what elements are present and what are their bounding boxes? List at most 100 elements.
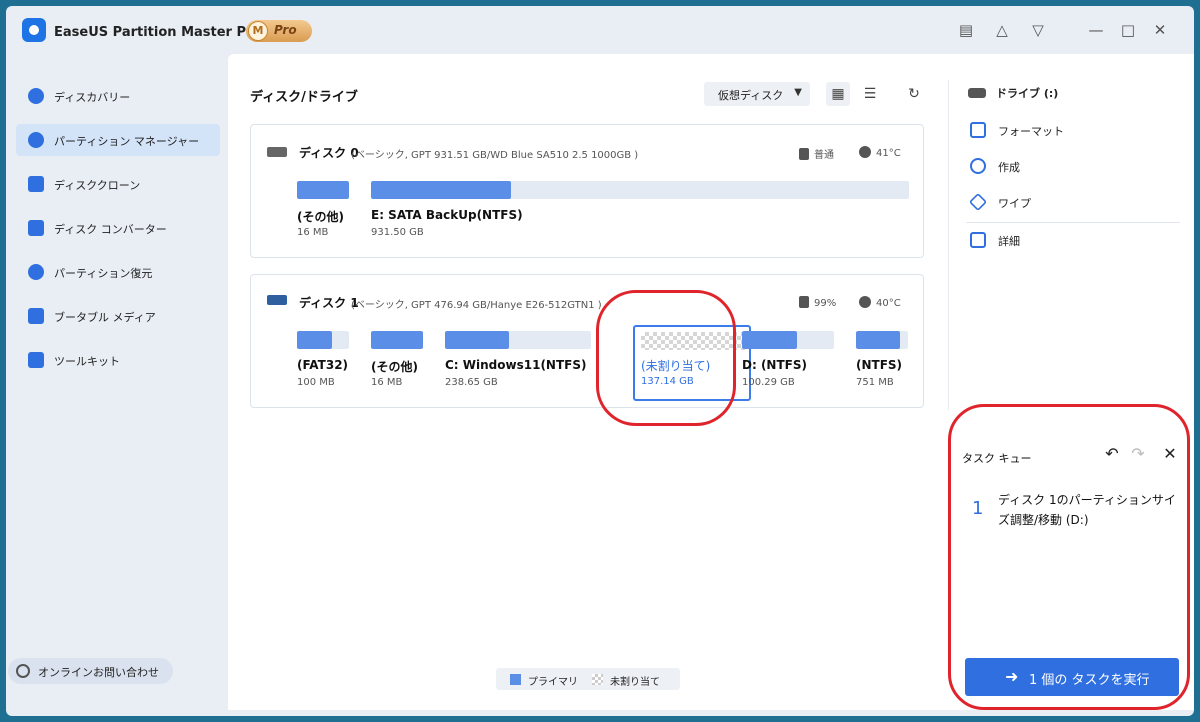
disk-temperature-value: 40°C (876, 298, 901, 309)
maximize-icon[interactable]: □ (1118, 20, 1138, 40)
health-icon (799, 296, 809, 308)
pro-badge-m: M (248, 21, 268, 41)
partition-label: (NTFS) (856, 358, 903, 372)
partition-block[interactable]: (その他) 16 MB (297, 181, 349, 253)
partition-legend: プライマリ 未割り当て (496, 668, 680, 690)
usb-icon (28, 308, 44, 324)
highlight-ring-unallocated (596, 290, 736, 426)
partition-bar (297, 181, 349, 199)
legend-unallocated: 未割り当て (610, 677, 660, 688)
disk-health: 普通 (799, 146, 834, 161)
partition-size: 16 MB (297, 227, 329, 238)
partition-bar (371, 331, 423, 349)
partition-bar (856, 331, 908, 349)
sidebar-item-toolkit[interactable]: ツールキット (16, 344, 220, 376)
info-icon (859, 296, 871, 308)
hdd-icon (267, 147, 287, 157)
unallocated-swatch (592, 674, 603, 685)
sidebar-item-label: ディスカバリー (54, 91, 131, 104)
list-view-icon[interactable]: ☰ (858, 82, 882, 106)
wipe-icon (968, 192, 988, 212)
partition-label: D: (NTFS) (742, 358, 807, 372)
app-logo-icon (22, 18, 46, 42)
compass-icon (28, 88, 44, 104)
virtual-disk-dropdown[interactable]: 仮想ディスク ▼ (704, 82, 810, 106)
disk-temperature-value: 41°C (876, 148, 901, 159)
contact-label: オンラインお問い合わせ (38, 666, 159, 679)
primary-swatch (510, 674, 521, 685)
restore-icon (28, 264, 44, 280)
panel-divider (948, 80, 949, 410)
disk-card-0[interactable]: ディスク 0 (ベーシック, GPT 931.51 GB/WD Blue SA5… (250, 124, 924, 258)
op-label: フォーマット (998, 125, 1064, 138)
sidebar: ディスカバリー パーティション マネージャー ディスククローン ディスク コンバ… (6, 54, 228, 716)
pro-badge-label: Pro (274, 23, 297, 37)
op-label: 作成 (998, 161, 1020, 174)
disk-health: 99% (799, 296, 836, 309)
health-icon (799, 148, 809, 160)
highlight-ring-task-queue (948, 404, 1190, 710)
disk-name: ディスク 0 (299, 146, 359, 160)
disk-name: ディスク 1 (299, 296, 359, 310)
menu-box-icon[interactable]: ▽ (1028, 20, 1048, 40)
partition-size: 100 MB (297, 377, 335, 388)
partition-block[interactable]: (その他) 16 MB (371, 331, 423, 403)
sidebar-item-partition-manager[interactable]: パーティション マネージャー (16, 124, 220, 156)
virtual-disk-label: 仮想ディスク (718, 89, 784, 102)
partition-bar-fill (297, 331, 333, 349)
partition-bar (445, 331, 591, 349)
partition-block[interactable]: (FAT32) 100 MB (297, 331, 349, 403)
disk-health-value: 普通 (814, 150, 834, 161)
sidebar-item-partition-recovery[interactable]: パーティション復元 (16, 256, 220, 288)
partition-size: 238.65 GB (445, 377, 498, 388)
disk-temperature: 40°C (859, 296, 901, 309)
sidebar-item-disk-clone[interactable]: ディスククローン (16, 168, 220, 200)
drive-icon (968, 88, 986, 98)
partition-bar-fill (445, 331, 510, 349)
app-title: EaseUS Partition Master Pro版 (54, 25, 275, 40)
disk-card-1[interactable]: ディスク 1 (ベーシック, GPT 476.94 GB/Hanye E26-5… (250, 274, 924, 408)
sidebar-item-discovery[interactable]: ディスカバリー (16, 80, 220, 112)
refresh-icon[interactable]: ↻ (902, 82, 926, 106)
disk-info: (ベーシック, GPT 931.51 GB/WD Blue SA510 2.5 … (351, 150, 639, 161)
partition-label: C: Windows11(NTFS) (445, 358, 587, 372)
drive-label: ドライブ (:) (996, 87, 1059, 100)
headset-icon (16, 664, 30, 678)
sidebar-item-label: ブータブル メディア (54, 311, 156, 324)
notes-icon[interactable]: ▤ (956, 20, 976, 40)
close-icon[interactable]: ✕ (1150, 20, 1170, 40)
partition-block[interactable]: E: SATA BackUp(NTFS) 931.50 GB (371, 181, 909, 253)
partition-block[interactable]: D: (NTFS) 100.29 GB (742, 331, 834, 403)
op-label: ワイプ (998, 197, 1031, 210)
sidebar-item-label: ツールキット (54, 355, 120, 368)
partition-bar (742, 331, 834, 349)
partition-bar-fill (371, 331, 423, 349)
disk-temperature: 41°C (859, 146, 901, 159)
contact-button[interactable]: オンラインお問い合わせ (8, 658, 173, 684)
sidebar-item-label: ディスク コンバーター (54, 223, 167, 236)
page-title: ディスク/ドライブ (250, 90, 358, 105)
legend-primary: プライマリ (528, 677, 578, 688)
partition-size: 751 MB (856, 377, 894, 388)
partition-size: 16 MB (371, 377, 403, 388)
partition-bar-fill (856, 331, 901, 349)
pie-chart-icon (28, 132, 44, 148)
details-icon (970, 232, 986, 248)
pro-badge[interactable]: M Pro (246, 20, 312, 42)
sidebar-item-bootable-media[interactable]: ブータブル メディア (16, 300, 220, 332)
shirt-icon[interactable]: △ (992, 20, 1012, 40)
title-bar: EaseUS Partition Master Pro版 M Pro ▤ △ ▽… (6, 6, 1194, 54)
partition-block[interactable]: C: Windows11(NTFS) 238.65 GB (445, 331, 591, 403)
sidebar-item-label: パーティション復元 (54, 267, 153, 280)
format-icon (970, 122, 986, 138)
partition-size: 931.50 GB (371, 227, 424, 238)
info-icon (859, 146, 871, 158)
partition-block[interactable]: (NTFS) 751 MB (856, 331, 908, 403)
partition-label: (FAT32) (297, 358, 349, 372)
create-icon (970, 158, 986, 174)
partition-bar-fill (371, 181, 511, 199)
minimize-icon[interactable]: — (1086, 20, 1106, 40)
clone-icon (28, 176, 44, 192)
sidebar-item-disk-converter[interactable]: ディスク コンバーター (16, 212, 220, 244)
grid-view-icon[interactable]: ▦ (826, 82, 850, 106)
